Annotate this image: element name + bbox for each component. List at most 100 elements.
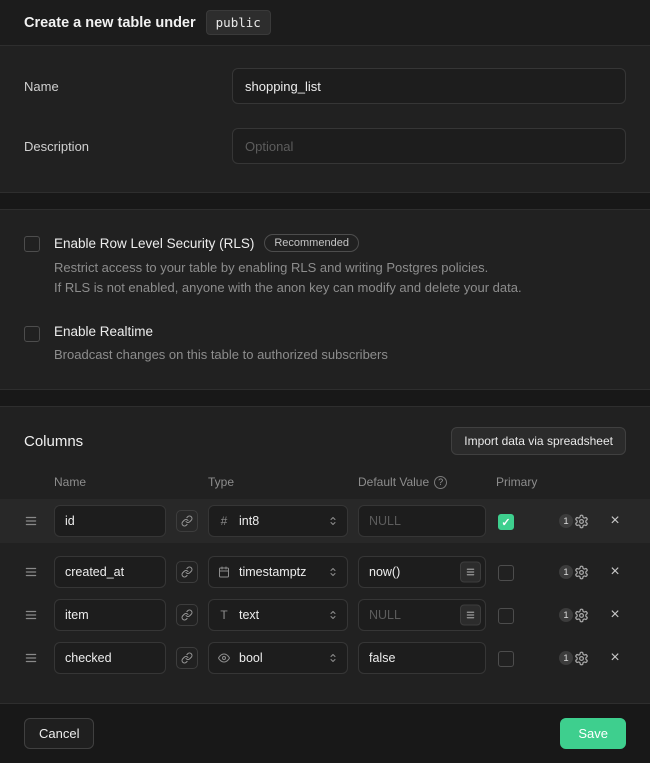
column-type-label: timestamptz (239, 565, 319, 579)
name-label: Name (24, 79, 232, 94)
default-value-input[interactable] (358, 505, 486, 537)
column-name-input[interactable] (54, 556, 166, 588)
rls-content: Enable Row Level Security (RLS) Recommen… (54, 234, 522, 298)
letter-t-icon: T (217, 608, 231, 622)
remove-column-button[interactable]: × (606, 513, 624, 529)
rls-checkbox[interactable] (24, 236, 40, 252)
columns-title: Columns (24, 433, 83, 450)
header-name: Name (54, 475, 166, 489)
remove-column-button[interactable]: × (606, 650, 624, 666)
table-details-section: Name Description (0, 46, 650, 193)
columns-table-headers: Name Type Default Value ? Primary (24, 475, 626, 489)
chevron-up-down-icon (327, 652, 339, 664)
chevron-up-down-icon (327, 515, 339, 527)
foreign-key-button[interactable] (176, 647, 198, 669)
default-value-input[interactable] (358, 642, 486, 674)
column-type-select[interactable]: timestamptz (208, 556, 348, 588)
foreign-key-button[interactable] (176, 510, 198, 532)
close-icon: × (610, 607, 619, 623)
column-row-checked: bool 1 × (24, 642, 626, 674)
column-type-label: int8 (239, 514, 319, 528)
settings-count-badge: 1 (559, 651, 573, 665)
eye-icon (217, 652, 231, 664)
primary-checkbox[interactable] (498, 565, 514, 581)
column-type-label: bool (239, 651, 319, 665)
cancel-button[interactable]: Cancel (24, 718, 94, 749)
link-icon (181, 652, 193, 664)
column-settings-button[interactable]: 1 (552, 514, 596, 529)
column-name-input[interactable] (54, 505, 166, 537)
link-icon (181, 609, 193, 621)
default-value-menu-button[interactable] (460, 605, 481, 626)
list-icon (465, 610, 476, 621)
foreign-key-button[interactable] (176, 561, 198, 583)
security-section: Enable Row Level Security (RLS) Recommen… (0, 209, 650, 390)
section-divider (0, 193, 650, 209)
column-name-input[interactable] (54, 642, 166, 674)
settings-count-badge: 1 (559, 608, 573, 622)
help-icon[interactable]: ? (434, 476, 447, 489)
column-settings-button[interactable]: 1 (552, 608, 596, 623)
recommended-badge: Recommended (264, 234, 359, 252)
remove-column-button[interactable]: × (606, 607, 624, 623)
description-label: Description (24, 139, 232, 154)
primary-checkbox[interactable] (498, 514, 514, 530)
description-form-row: Description (24, 128, 626, 164)
list-icon (465, 567, 476, 578)
primary-checkbox[interactable] (498, 608, 514, 624)
column-type-select[interactable]: # int8 (208, 505, 348, 537)
default-value-cell (358, 556, 486, 588)
link-icon (181, 566, 193, 578)
default-value-cell (358, 505, 486, 537)
header-default-value: Default Value ? (358, 475, 486, 489)
realtime-checkbox[interactable] (24, 326, 40, 342)
columns-section: Columns Import data via spreadsheet Name… (0, 406, 650, 704)
chevron-up-down-icon (327, 566, 339, 578)
table-description-input[interactable] (232, 128, 626, 164)
rls-toggle-row: Enable Row Level Security (RLS) Recommen… (24, 234, 626, 298)
drag-handle-icon[interactable] (24, 565, 44, 579)
default-value-menu-button[interactable] (460, 562, 481, 583)
panel-footer: Cancel Save (0, 704, 650, 763)
close-icon: × (610, 513, 619, 529)
table-name-input[interactable] (232, 68, 626, 104)
column-name-input[interactable] (54, 599, 166, 631)
header-type: Type (208, 475, 348, 489)
settings-count-badge: 1 (559, 565, 573, 579)
link-icon (181, 515, 193, 527)
rls-description: Restrict access to your table by enablin… (54, 258, 522, 298)
schema-badge: public (206, 10, 271, 35)
section-divider (0, 390, 650, 406)
default-value-cell (358, 642, 486, 674)
column-row-item: T text 1 × (24, 599, 626, 631)
gear-icon (574, 565, 589, 580)
realtime-content: Enable Realtime Broadcast changes on thi… (54, 324, 388, 365)
remove-column-button[interactable]: × (606, 564, 624, 580)
column-settings-button[interactable]: 1 (552, 651, 596, 666)
name-form-row: Name (24, 68, 626, 104)
drag-handle-icon[interactable] (24, 514, 44, 528)
drag-handle-icon[interactable] (24, 651, 44, 665)
column-settings-button[interactable]: 1 (552, 565, 596, 580)
column-type-select[interactable]: bool (208, 642, 348, 674)
settings-count-badge: 1 (559, 514, 573, 528)
foreign-key-button[interactable] (176, 604, 198, 626)
column-row-id: # int8 1 × (0, 499, 650, 543)
header-primary: Primary (496, 475, 542, 489)
primary-checkbox[interactable] (498, 651, 514, 667)
realtime-label: Enable Realtime (54, 324, 153, 339)
gear-icon (574, 608, 589, 623)
default-value-cell (358, 599, 486, 631)
chevron-up-down-icon (327, 609, 339, 621)
save-button[interactable]: Save (560, 718, 626, 749)
column-type-select[interactable]: T text (208, 599, 348, 631)
column-row-created-at: timestamptz 1 × (24, 556, 626, 588)
close-icon: × (610, 650, 619, 666)
rls-label: Enable Row Level Security (RLS) (54, 236, 254, 251)
gear-icon (574, 651, 589, 666)
import-spreadsheet-button[interactable]: Import data via spreadsheet (451, 427, 626, 455)
drag-handle-icon[interactable] (24, 608, 44, 622)
hash-icon: # (217, 514, 231, 528)
panel-header: Create a new table under public (0, 0, 650, 46)
panel-title: Create a new table under (24, 15, 196, 31)
